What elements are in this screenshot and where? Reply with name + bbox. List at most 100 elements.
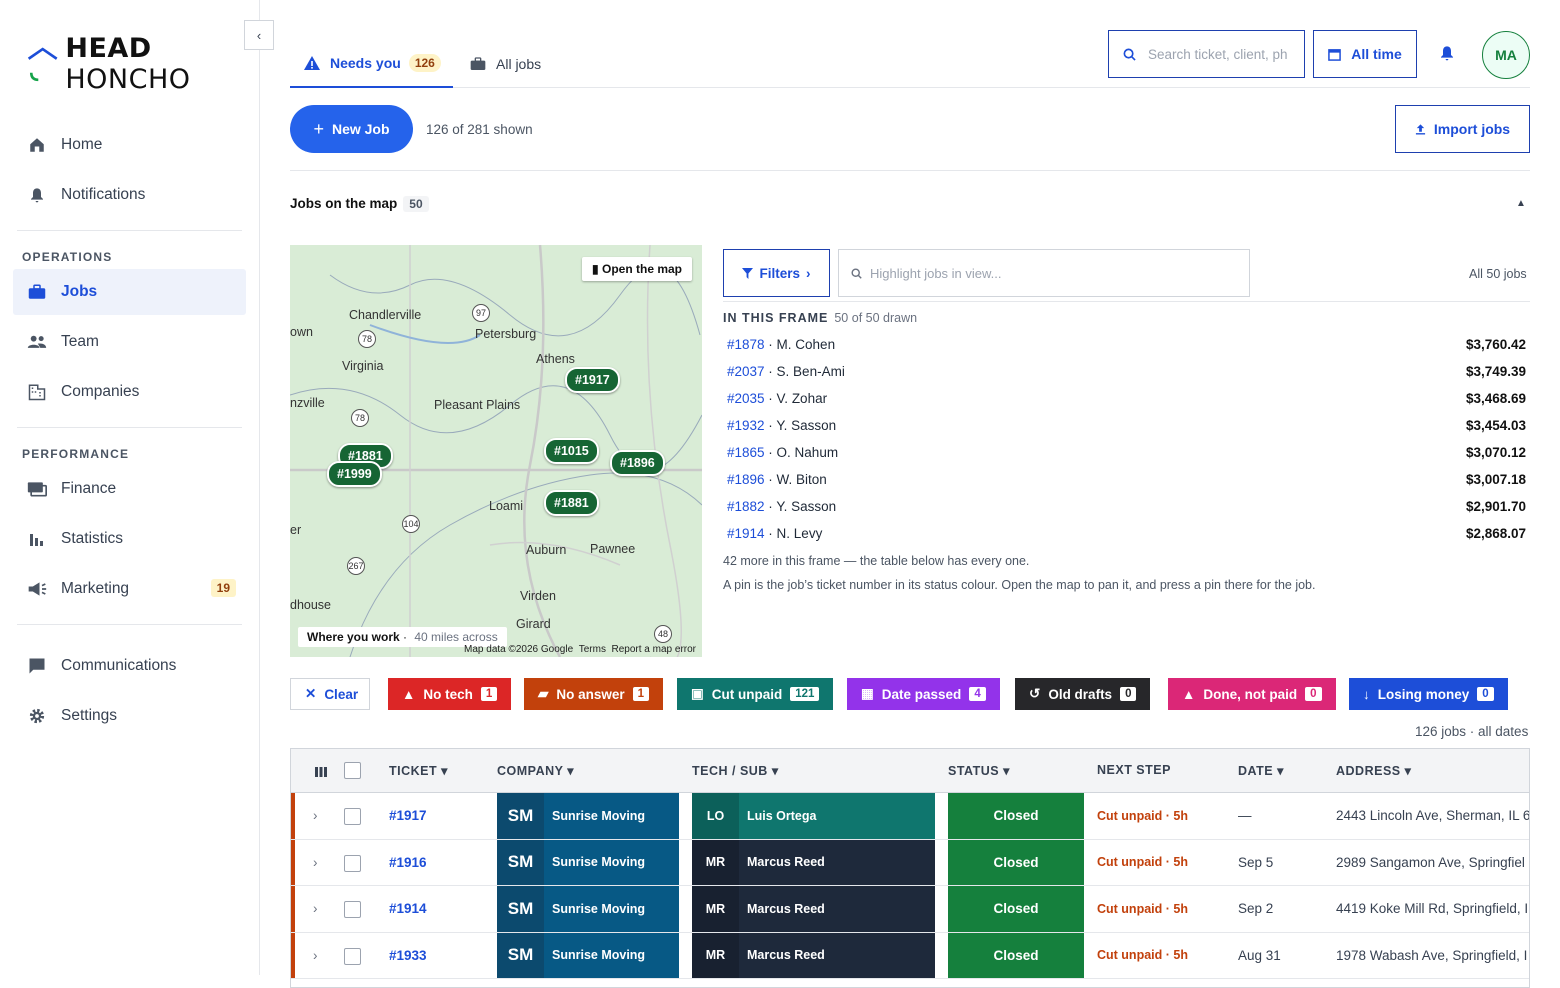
frame-row[interactable]: #1865 · O. Nahum $3,070.12 [727,439,1526,466]
amount: $3,007.18 [1465,472,1526,487]
date-filter-button[interactable]: All time [1313,30,1417,78]
ticket-link[interactable]: #1878 [727,337,765,352]
select-all-checkbox[interactable] [344,762,361,779]
row-checkbox[interactable] [344,808,361,825]
address: 2989 Sangamon Ave, Springfiel [1336,854,1525,870]
col-ticket[interactable]: TICKET ▾ [389,763,448,778]
open-map-button[interactable]: ▮ Open the map [582,257,692,281]
columns-icon[interactable] [315,764,327,782]
ticket-link[interactable]: #1933 [389,933,427,979]
row-checkbox[interactable] [344,854,361,872]
frame-row[interactable]: #1882 · Y. Sasson $2,901.70 [727,493,1526,520]
ticket-link[interactable]: #1932 [727,418,765,433]
tech-cell[interactable]: MR Marcus Reed [692,932,935,978]
map-section-header[interactable]: Jobs on the map 50 [290,196,429,212]
col-company[interactable]: COMPANY ▾ [497,763,574,778]
ticket-link[interactable]: #1896 [727,472,765,487]
import-jobs-button[interactable]: Import jobs [1395,105,1530,153]
tab-needs-you[interactable]: Needs you 126 [290,40,453,88]
chip-label: Cut unpaid [711,686,783,702]
map-pin[interactable]: #1881 [544,490,599,516]
col-address[interactable]: ADDRESS ▾ [1336,763,1411,778]
expand-chevron-icon[interactable]: › [313,793,318,839]
client-name: Y. Sasson [776,499,837,514]
company-cell[interactable]: SM Sunrise Moving [497,886,679,932]
sidebar-item-notifications[interactable]: Notifications [13,172,246,218]
frame-row[interactable]: #1878 · M. Cohen $3,760.42 [727,331,1526,358]
sidebar-item-statistics[interactable]: Statistics [13,516,246,562]
sidebar-item-team[interactable]: Team [13,319,246,365]
company-cell[interactable]: SM Sunrise Moving [497,839,679,885]
map-report-link[interactable]: Report a map error [612,644,696,655]
company-name: Sunrise Moving [552,901,646,916]
all-jobs-count: All 50 jobs [1469,267,1527,281]
chip-date-passed[interactable]: ▦ Date passed 4 [847,678,1000,710]
sidebar-item-communications[interactable]: Communications [13,643,246,689]
company-cell[interactable]: SM Sunrise Moving [497,932,679,978]
map-pin[interactable]: #1999 [327,461,382,487]
ticket-link[interactable]: #1865 [727,445,765,460]
table-row[interactable]: › #1916 SM Sunrise Moving MR Marcus Reed C… [291,839,1529,886]
col-status[interactable]: STATUS ▾ [948,763,1010,778]
tech-cell[interactable]: MR Marcus Reed [692,886,935,932]
frame-row[interactable]: #2037 · S. Ben-Ami $3,749.39 [727,358,1526,385]
frame-row[interactable]: #1896 · W. Biton $3,007.18 [727,466,1526,493]
ticket-link[interactable]: #1882 [727,499,765,514]
ticket-link[interactable]: #1914 [727,526,765,541]
clear-filters-button[interactable]: ✕ Clear [290,678,370,710]
collapse-sidebar-button[interactable]: ‹ [244,20,274,50]
import-label: Import jobs [1433,121,1511,137]
col-tech[interactable]: TECH / SUB ▾ [692,763,779,778]
sidebar-item-marketing[interactable]: Marketing 19 [13,566,246,612]
sidebar-item-jobs[interactable]: Jobs [13,269,246,315]
route-shield-icon: 78 [358,330,376,348]
company-cell[interactable]: SM Sunrise Moving [497,793,679,839]
tech-cell[interactable]: LO Luis Ortega [692,793,935,839]
sidebar-item-companies[interactable]: Companies [13,369,246,415]
table-row[interactable]: › #1917 SM Sunrise Moving LO Luis Ortega C… [291,793,1529,840]
row-checkbox[interactable] [344,947,361,965]
tab-all-jobs[interactable]: All jobs [470,40,541,88]
chip-no-answer[interactable]: ▰ No answer 1 [524,678,664,710]
map-terms-link[interactable]: Terms [579,644,606,655]
ticket-link[interactable]: #1917 [389,793,427,839]
jobs-map[interactable]: Chandlerville Petersburg Athens Virginia… [290,245,702,657]
chip-done-not-paid[interactable]: ▲ Done, not paid 0 [1168,678,1336,710]
search-input[interactable]: Search ticket, client, ph [1108,30,1305,78]
chip-label: Losing money [1377,686,1470,702]
chip-cut-unpaid[interactable]: ▣ Cut unpaid 121 [677,678,834,710]
frame-row[interactable]: #2035 · V. Zohar $3,468.69 [727,385,1526,412]
user-avatar[interactable]: MA [1482,31,1530,79]
filters-button[interactable]: Filters › [723,249,830,297]
sidebar-item-settings[interactable]: Settings [13,693,246,739]
table-row[interactable]: › #1933 SM Sunrise Moving MR Marcus Reed C… [291,932,1529,979]
table-row[interactable]: › #1914 SM Sunrise Moving MR Marcus Reed C… [291,886,1529,933]
map-pin[interactable]: #1015 [544,438,599,464]
map-pin[interactable]: #1896 [610,450,665,476]
ticket-link[interactable]: #1916 [389,840,427,886]
col-date[interactable]: DATE ▾ [1238,763,1284,778]
notifications-bell-icon[interactable] [1439,44,1455,67]
map-pin[interactable]: #1917 [565,367,620,393]
new-job-button[interactable]: + New Job [290,105,413,153]
expand-chevron-icon[interactable]: › [313,840,318,886]
ticket-link[interactable]: #1914 [389,886,427,932]
ticket-link[interactable]: #2037 [727,364,765,379]
chip-old-drafts[interactable]: ↺ Old drafts 0 [1015,678,1151,710]
expand-chevron-icon[interactable]: › [313,886,318,932]
chip-no-tech[interactable]: ▲ No tech 1 [388,678,512,710]
sidebar-item-home[interactable]: Home [13,122,246,168]
sidebar-item-finance[interactable]: Finance [13,466,246,512]
expand-chevron-icon[interactable]: › [313,933,318,979]
frame-row[interactable]: #1914 · N. Levy $2,868.07 [727,520,1526,547]
open-map-label: Open the map [601,262,682,276]
collapse-caret-icon[interactable]: ▲ [1516,198,1526,209]
row-checkbox[interactable] [344,901,361,918]
tech-cell[interactable]: MR Marcus Reed [692,839,935,885]
chip-label: Old drafts [1048,686,1113,702]
ticket-link[interactable]: #2035 [727,391,765,406]
chip-losing-money[interactable]: ↓ Losing money 0 [1349,678,1508,710]
frame-row[interactable]: #1932 · Y. Sasson $3,454.03 [727,412,1526,439]
app-logo[interactable]: HEAD HONCHO [26,33,259,95]
highlight-jobs-input[interactable]: Highlight jobs in view... [838,249,1250,297]
